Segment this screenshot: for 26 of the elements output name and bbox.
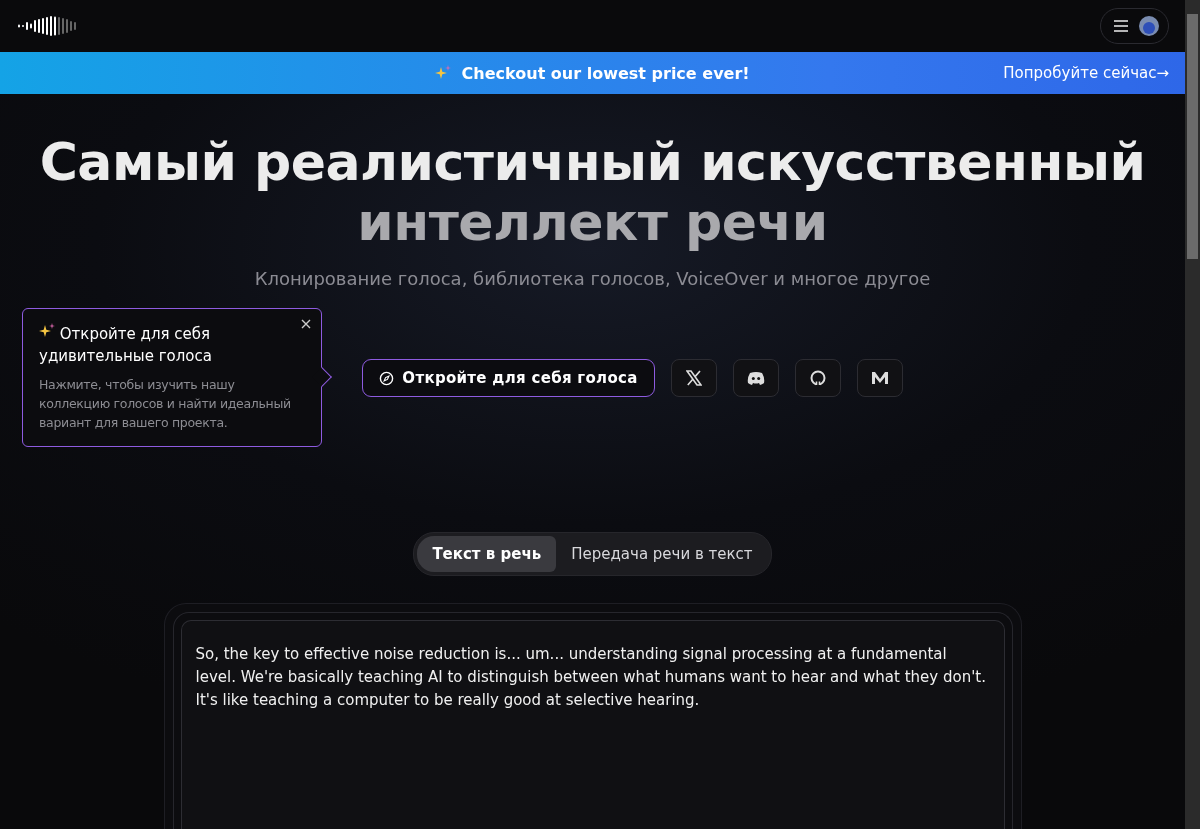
social-link-button[interactable] (670, 359, 717, 397)
tooltip-text: Нажмите, чтобы изучить нашу коллекцию голосов и найти идеальный вариант для вашего проекта. (39, 376, 292, 432)
promo-text: Checkout our lowest price ever! (461, 63, 750, 83)
github-icon (809, 370, 826, 386)
social-link-button[interactable] (856, 359, 903, 397)
mode-tab[interactable]: Текст в речь (417, 536, 557, 572)
close-button[interactable] (299, 317, 313, 331)
x-logo-icon (685, 370, 702, 386)
text-input-area[interactable]: So, the key to effective noise reduction is... um... understanding signal processing at a fundamental level. We're basically teaching AI to distinguish between what humans want to hear and what they don't. It's like teaching a computer to be really good at selective hearing. (180, 620, 1005, 829)
explore-voices-button[interactable]: Откройте для себя голоса (362, 359, 655, 397)
close-icon (301, 319, 311, 329)
hero-title: интеллект речи (357, 192, 828, 252)
medium-logo-icon (870, 371, 889, 385)
hero-subtitle: Клонирование голоса, библиотека голосов, VoiceOver и многое другое (254, 268, 931, 289)
compass-icon (379, 370, 395, 386)
menu-icon (1113, 20, 1129, 32)
try-now-link[interactable]: Попробуйте сейчас→ (1003, 64, 1169, 82)
social-link-button[interactable] (794, 359, 841, 397)
tooltip-title: Откройте для себя удивительные голоса (39, 323, 213, 367)
menu-button[interactable] (1100, 8, 1169, 44)
mode-tab[interactable]: Передача речи в текст (556, 536, 768, 572)
scrollbar[interactable] (1185, 0, 1200, 829)
avatar[interactable] (1139, 16, 1159, 36)
hero-title: Самый реалистичный искусственный (39, 132, 1146, 192)
discord-icon (746, 371, 765, 385)
social-link-button[interactable] (732, 359, 779, 397)
